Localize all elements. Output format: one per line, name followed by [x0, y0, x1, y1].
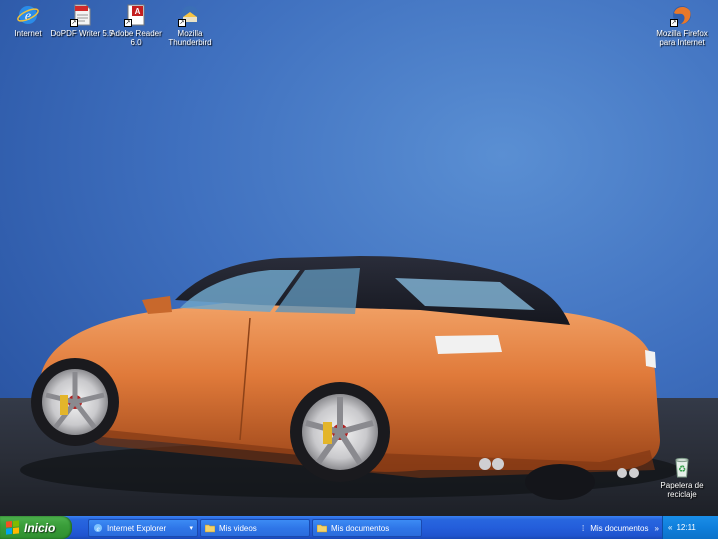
shortcut-arrow-icon: ↗	[670, 19, 678, 27]
taskbar-button-internet-explorer[interactable]: e Internet Explorer ▾	[88, 519, 198, 537]
folder-icon	[204, 523, 216, 533]
chevron-down-icon: ▾	[189, 525, 193, 532]
system-tray: « 12:11	[662, 516, 718, 539]
internet-explorer-icon: e	[16, 3, 40, 27]
start-button[interactable]: Inicio	[0, 516, 72, 539]
toolbar-grip-icon: ⁞	[582, 523, 585, 533]
shortcut-arrow-icon: ↗	[178, 19, 186, 27]
firefox-icon: ↗	[670, 3, 694, 27]
recycle-bin-icon: ♻	[670, 455, 694, 479]
adobe-reader-icon: A ↗	[124, 3, 148, 27]
desktop-icon-firefox[interactable]: ↗ Mozilla Firefox para Internet	[650, 3, 714, 47]
shortcut-arrow-icon: ↗	[124, 19, 132, 27]
desktop-icon-label: Mozilla Firefox para Internet	[656, 29, 708, 47]
windows-logo-icon	[6, 520, 19, 535]
pdf-document-icon: ↗	[70, 3, 94, 27]
shortcut-arrow-icon: ↗	[70, 19, 78, 27]
toolbar-label: Mis documentos	[590, 523, 649, 533]
desktop-icon-thunderbird[interactable]: ↗ Mozilla Thunderbird	[158, 3, 222, 47]
internet-explorer-icon: e	[93, 523, 103, 533]
chevron-right-icon: »	[654, 523, 659, 533]
taskbar-button-mis-documentos[interactable]: Mis documentos	[312, 519, 422, 537]
taskbar: Inicio e Internet Explorer ▾ Mis videos …	[0, 516, 718, 539]
start-label: Inicio	[24, 520, 56, 535]
clock[interactable]: 12:11	[676, 523, 695, 532]
svg-text:e: e	[96, 525, 99, 533]
desktop-icon-recycle-bin[interactable]: ♻ Papelera de reciclaje	[650, 455, 714, 499]
desktop-icon-label: Papelera de reciclaje	[660, 481, 704, 499]
desktop-icon-label: Mozilla Thunderbird	[168, 29, 212, 47]
taskbar-button-mis-videos[interactable]: Mis videos	[200, 519, 310, 537]
svg-text:A: A	[135, 7, 141, 16]
address-toolbar[interactable]: ⁞ Mis documentos »	[582, 519, 659, 537]
thunderbird-icon: ↗	[178, 3, 202, 27]
desktop[interactable]: e Internet ↗ DoPDF Writer 5.5 A ↗ Adobe	[0, 0, 718, 516]
svg-text:♻: ♻	[678, 465, 686, 475]
wallpaper-car	[20, 256, 680, 500]
taskbar-button-label: Mis videos	[219, 523, 257, 533]
tray-chevron-icon[interactable]: «	[668, 523, 672, 532]
taskbar-button-label: Internet Explorer	[107, 523, 167, 533]
folder-icon	[316, 523, 328, 533]
taskbar-button-label: Mis documentos	[331, 523, 390, 533]
